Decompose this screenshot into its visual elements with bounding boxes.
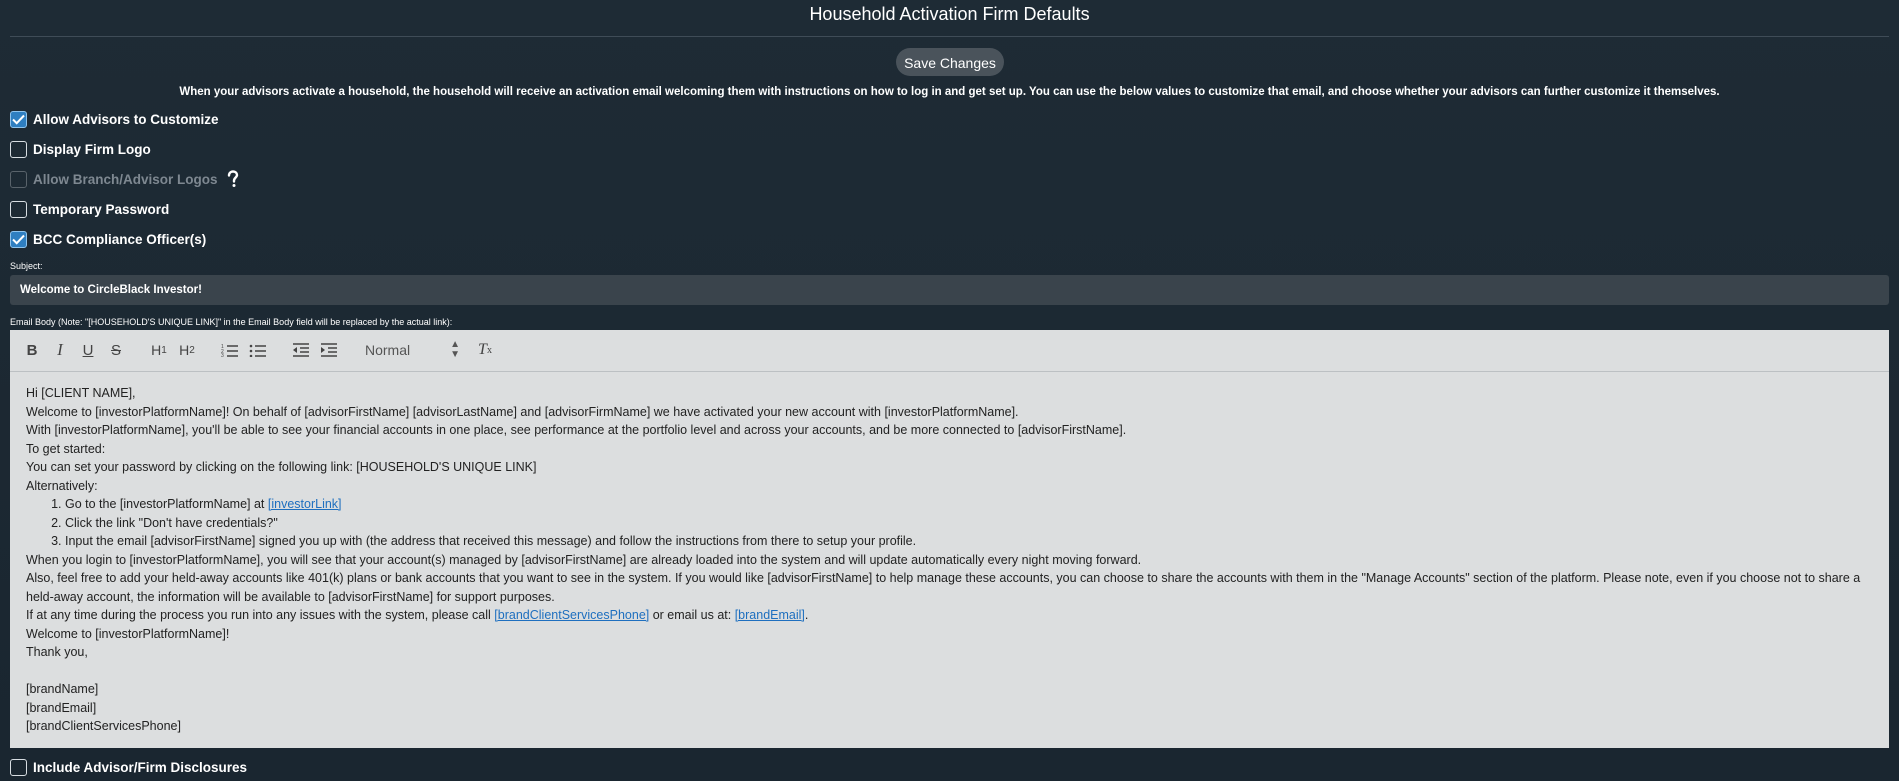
- save-changes-button[interactable]: Save Changes: [896, 48, 1004, 76]
- body-line: Thank you,: [26, 645, 88, 659]
- intro-text: When your advisors activate a household,…: [179, 86, 1720, 98]
- subject-input[interactable]: Welcome to CircleBlack Investor!: [10, 275, 1889, 305]
- investor-link[interactable]: [investorLink]: [268, 497, 342, 511]
- temporary-password-label: Temporary Password: [33, 201, 170, 217]
- page-title: Household Activation Firm Defaults: [809, 4, 1090, 24]
- indent-icon[interactable]: [318, 340, 340, 360]
- body-line: When you login to [investorPlatformName]…: [26, 552, 1142, 567]
- list-item: Click the link "Don't have credentials?": [65, 514, 1873, 533]
- include-disclosures-label: Include Advisor/Firm Disclosures: [33, 759, 248, 775]
- bold-icon[interactable]: B: [21, 340, 43, 360]
- question-mark-icon[interactable]: [226, 170, 240, 188]
- clear-formatting-icon[interactable]: Tx: [474, 340, 496, 360]
- underline-icon[interactable]: U: [77, 340, 99, 360]
- body-line: Welcome to [investorPlatformName]! On be…: [26, 404, 1019, 419]
- option-include-disclosures[interactable]: Include Advisor/Firm Disclosures: [10, 756, 247, 778]
- option-display-logo[interactable]: Display Firm Logo: [10, 138, 151, 160]
- step-text: Go to the [investorPlatformName] at: [65, 497, 268, 511]
- body-text: .: [804, 608, 809, 622]
- body-line: Hi [CLIENT NAME],: [26, 386, 136, 400]
- display-logo-label: Display Firm Logo: [33, 141, 151, 157]
- include-disclosures-checkbox[interactable]: [10, 758, 27, 776]
- bcc-compliance-checkbox[interactable]: [10, 230, 27, 248]
- signature-line: [brandClientServicesPhone]: [26, 719, 181, 733]
- email-body-content[interactable]: Hi [CLIENT NAME], Welcome to [investorPl…: [10, 372, 1889, 736]
- option-temporary-password[interactable]: Temporary Password: [10, 198, 169, 220]
- ordered-list-icon[interactable]: 123: [219, 340, 241, 360]
- signature-line: [brandName]: [26, 682, 99, 696]
- phone-link[interactable]: [brandClientServicesPhone]: [494, 608, 649, 622]
- subject-label: Subject:: [10, 261, 43, 271]
- text-format-select[interactable]: Normal ▲ ▼: [365, 340, 460, 360]
- body-text: or email us at:: [649, 608, 735, 622]
- list-item: Input the email [advisorFirstName] signe…: [65, 532, 1873, 551]
- text-format-value: Normal: [365, 342, 411, 358]
- title-divider: [10, 36, 1889, 37]
- check-icon: [12, 114, 25, 125]
- strikethrough-icon[interactable]: S: [105, 340, 127, 360]
- option-bcc-compliance[interactable]: BCC Compliance Officer(s): [10, 228, 206, 250]
- body-line: With [investorPlatformName], you'll be a…: [26, 423, 1127, 437]
- body-line: You can set your password by clicking on…: [26, 460, 537, 474]
- body-line: To get started:: [26, 441, 106, 456]
- heading-2-icon[interactable]: H2: [176, 340, 198, 360]
- option-allow-branch-logos: Allow Branch/Advisor Logos: [10, 168, 240, 190]
- email-body-label: Email Body (Note: "[HOUSEHOLD'S UNIQUE L…: [10, 317, 453, 327]
- body-line: Welcome to [investorPlatformName]!: [26, 626, 230, 641]
- body-line: Also, feel free to add your held-away ac…: [26, 571, 1861, 604]
- body-line: If at any time during the process you ru…: [26, 606, 1873, 625]
- display-logo-checkbox[interactable]: [10, 140, 27, 158]
- bullet-list-icon[interactable]: [247, 340, 269, 360]
- email-link[interactable]: [brandEmail]: [735, 608, 805, 622]
- steps-list: Go to the [investorPlatformName] at [inv…: [26, 495, 1873, 551]
- email-body-editor[interactable]: B I U S H1 H2 123 Normal ▲ ▼ Tx Hi [CLIE…: [10, 330, 1889, 748]
- allow-customize-checkbox[interactable]: [10, 110, 27, 128]
- list-item: Go to the [investorPlatformName] at [inv…: [65, 495, 1873, 514]
- body-text: If at any time during the process you ru…: [26, 608, 495, 622]
- allow-branch-logos-label: Allow Branch/Advisor Logos: [33, 171, 218, 187]
- allow-customize-label: Allow Advisors to Customize: [33, 111, 219, 127]
- heading-1-icon[interactable]: H1: [148, 340, 170, 360]
- italic-icon[interactable]: I: [49, 340, 71, 360]
- svg-text:3: 3: [221, 353, 224, 357]
- page: Household Activation Firm Defaults Save …: [0, 0, 1899, 781]
- temporary-password-checkbox[interactable]: [10, 200, 27, 218]
- signature-line: [brandEmail]: [26, 700, 97, 715]
- bcc-compliance-label: BCC Compliance Officer(s): [33, 231, 207, 247]
- outdent-icon[interactable]: [290, 340, 312, 360]
- editor-toolbar: B I U S H1 H2 123 Normal ▲ ▼ Tx: [10, 330, 1889, 372]
- option-allow-customize[interactable]: Allow Advisors to Customize: [10, 108, 219, 130]
- select-arrows-icon: ▲ ▼: [450, 339, 460, 360]
- allow-branch-logos-checkbox: [10, 170, 27, 188]
- check-icon: [12, 234, 25, 245]
- body-line: Alternatively:: [26, 478, 98, 493]
